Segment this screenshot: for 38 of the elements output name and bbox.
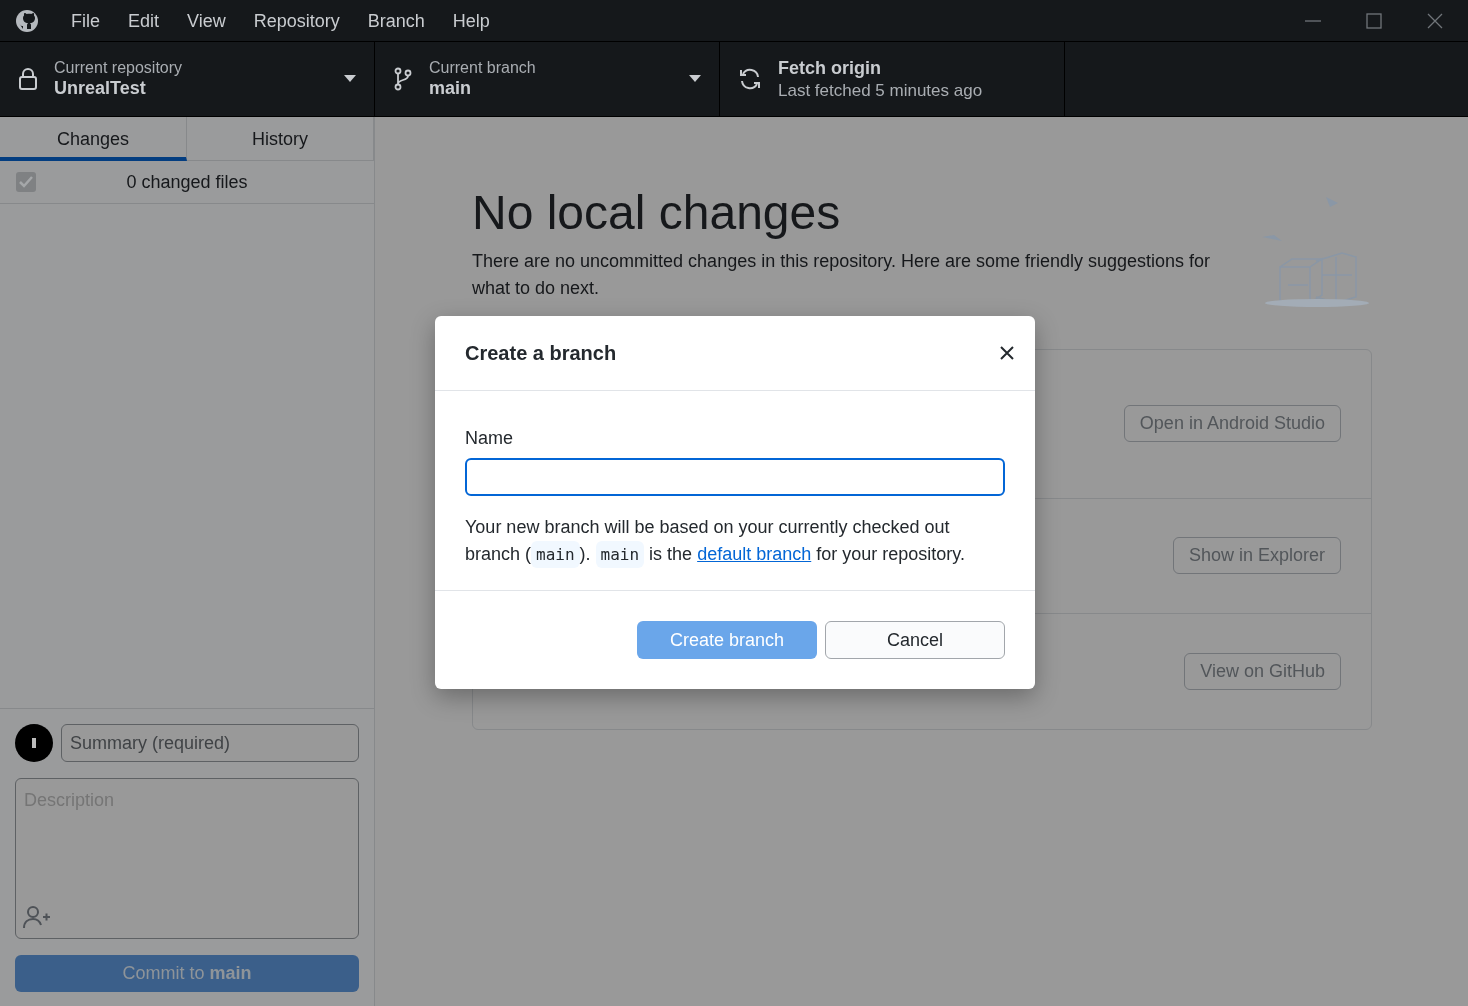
menu-item[interactable]: Edit bbox=[114, 0, 174, 42]
caret-icon bbox=[689, 75, 701, 83]
add-coauthor-icon[interactable] bbox=[23, 905, 51, 929]
name-field[interactable] bbox=[465, 458, 1005, 496]
toolbar-button[interactable]: Current branch main bbox=[375, 42, 720, 116]
maximize-icon[interactable] bbox=[1366, 12, 1382, 29]
toolbar-label: Last fetched 5 minutes ago bbox=[778, 80, 983, 101]
toolbar-label: Current branch bbox=[429, 57, 537, 77]
toolbar-value: UnrealTest bbox=[54, 76, 147, 100]
checkbox[interactable] bbox=[16, 172, 36, 192]
caret-icon bbox=[344, 75, 356, 83]
app-logo-icon bbox=[15, 8, 39, 33]
changed-files-count: 0 changed files bbox=[125, 170, 249, 194]
sidebar-tab[interactable]: Changes bbox=[0, 117, 187, 161]
avatar-icon bbox=[15, 724, 53, 762]
fetch-button[interactable]: Fetch origin Last fetched 5 minutes ago bbox=[720, 42, 1065, 116]
branch-icon bbox=[393, 67, 413, 91]
dialog-title: Create a branch bbox=[465, 341, 617, 365]
lock-icon bbox=[18, 68, 38, 90]
toolbar-label: Current repository bbox=[54, 57, 184, 77]
field-label: Name bbox=[465, 427, 514, 450]
page-description: There are no uncommitted changes in this repository. Here are some friendly suggestions for what to do next. bbox=[472, 249, 1212, 300]
toolbar-value: main bbox=[429, 76, 472, 100]
sync-icon bbox=[738, 67, 762, 91]
cancel-button[interactable]: Cancel bbox=[825, 621, 1005, 659]
dialog-note: Your new branch will be based on your currently checked out branch ( main ). main is the default branch for your repository. bbox=[465, 514, 1005, 568]
default-branch-link[interactable]: default branch bbox=[697, 544, 812, 564]
toolbar-title: Fetch origin bbox=[778, 57, 882, 81]
menu-item[interactable]: Branch bbox=[353, 0, 439, 42]
toolbar-button[interactable]: Current repository UnrealTest bbox=[0, 42, 375, 116]
check-icon bbox=[19, 176, 33, 188]
menu-item[interactable]: Repository bbox=[239, 0, 354, 42]
sidebar-tab[interactable]: History bbox=[187, 117, 374, 161]
menu-item[interactable]: File bbox=[57, 0, 114, 42]
page-title: No local changes bbox=[472, 187, 842, 240]
close-icon[interactable] bbox=[999, 345, 1015, 361]
menu-item[interactable]: Help bbox=[438, 0, 504, 42]
menu-item[interactable]: View bbox=[173, 0, 240, 42]
